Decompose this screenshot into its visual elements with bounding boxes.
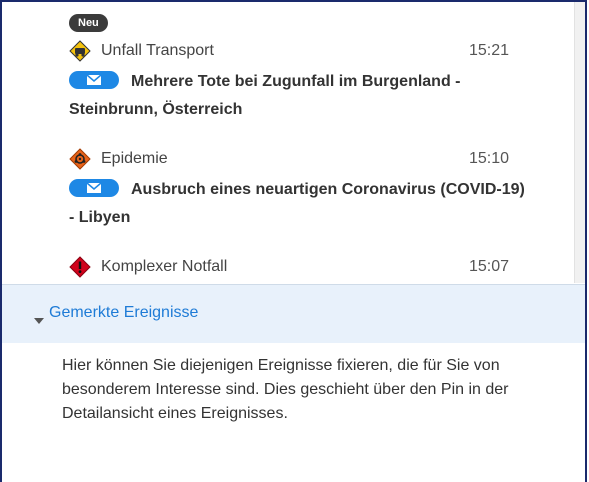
section-title[interactable]: Gemerkte Ereignisse [49, 304, 198, 322]
event-category: Epidemie [101, 150, 168, 167]
biohazard-icon [69, 148, 91, 170]
saved-events-header[interactable]: Gemerkte Ereignisse [2, 284, 585, 343]
warning-diamond-icon [69, 256, 91, 278]
event-time: 15:21 [468, 42, 509, 59]
event-time: 15:07 [468, 258, 509, 275]
caret-down-icon[interactable] [34, 311, 44, 329]
event-title[interactable]: Mehrere Tote bei Zugunfall im Burgenland… [69, 68, 529, 124]
event-title-text: Mehrere Tote bei Zugunfall im Burgenland… [69, 73, 461, 118]
event-title[interactable]: Ausbruch eines neuartigen Coronavirus (C… [69, 176, 529, 232]
new-badge: Neu [69, 14, 108, 32]
event-header: Komplexer Notfall 15:07 [69, 256, 509, 278]
event-list: Neu Unfall Transport 15:21 Mehrere Tote … [2, 2, 585, 283]
event-title-text: Ausbruch eines neuartigen Coronavirus (C… [69, 181, 525, 226]
event-item[interactable]: Unfall Transport 15:21 Mehrere Tote bei … [2, 40, 577, 130]
saved-events-info: Hier können Sie diejenigen Ereignisse fi… [62, 357, 509, 422]
event-item[interactable]: Komplexer Notfall 15:07 [2, 256, 577, 283]
accident-transport-icon [69, 40, 91, 62]
event-time: 15:10 [468, 150, 509, 167]
event-header: Unfall Transport 15:21 [69, 40, 509, 62]
event-category: Unfall Transport [101, 42, 214, 59]
event-category: Komplexer Notfall [101, 258, 228, 275]
event-item[interactable]: Epidemie 15:10 Ausbruch eines neuartigen… [2, 148, 577, 238]
mail-icon[interactable] [69, 178, 119, 197]
event-header: Epidemie 15:10 [69, 148, 509, 170]
mail-icon[interactable] [69, 70, 119, 89]
